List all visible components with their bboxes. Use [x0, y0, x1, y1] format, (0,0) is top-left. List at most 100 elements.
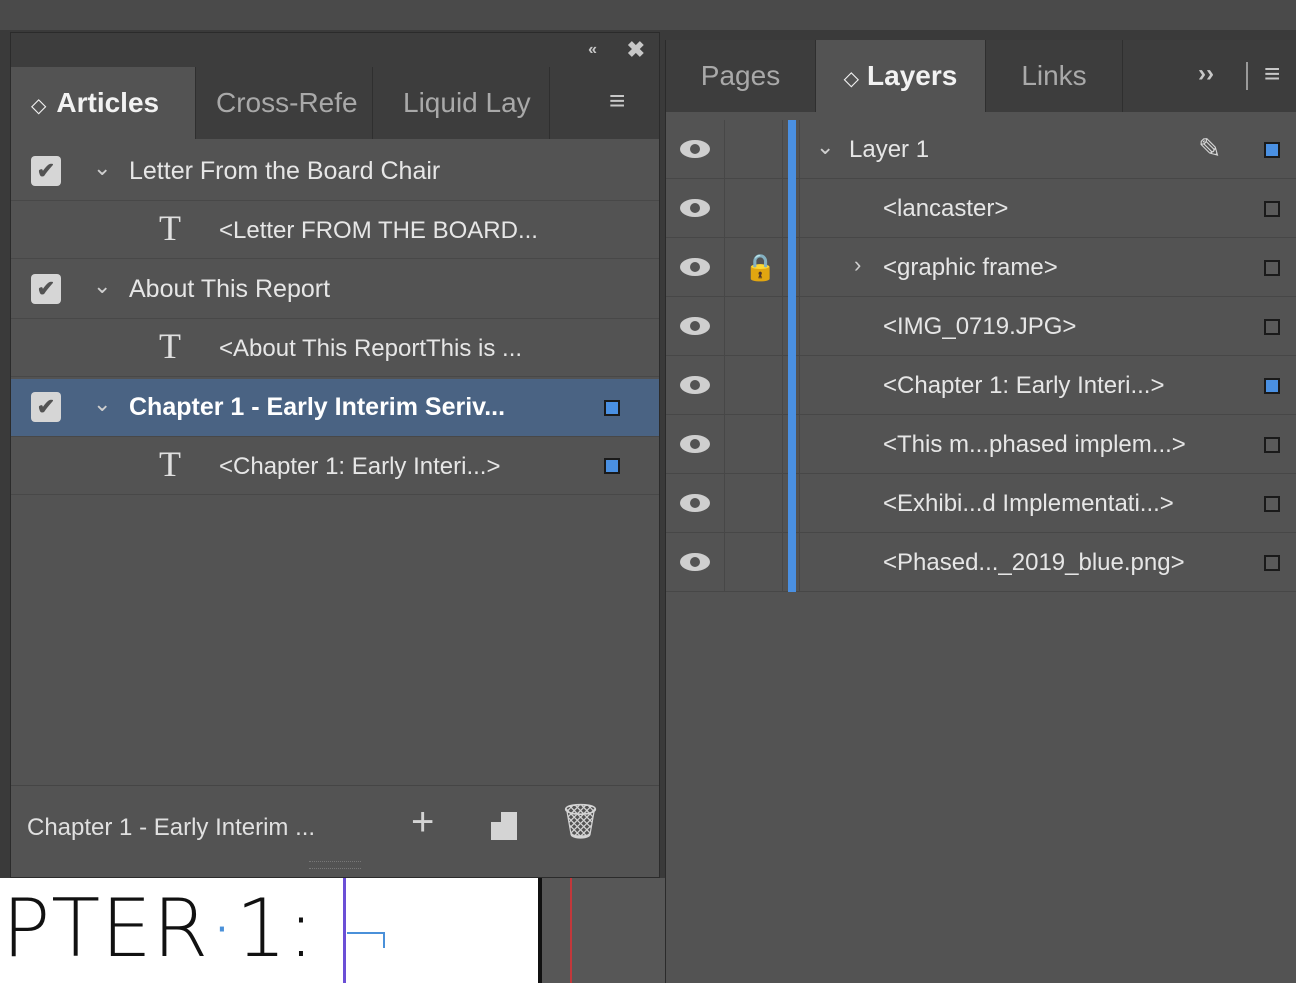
articles-panel: « ✖ ◇ Articles Cross-Refe Liquid Lay ≡ ✔ …	[10, 32, 660, 878]
include-checkbox[interactable]: ✔	[31, 392, 61, 422]
pasteboard	[540, 878, 665, 983]
tab-cross-references[interactable]: Cross-Refe	[196, 67, 373, 139]
document-canvas[interactable]: \PTER·1:	[0, 878, 665, 983]
tab-links[interactable]: Links	[986, 40, 1123, 112]
story-row[interactable]: T <Chapter 1: Early Interi...>	[11, 437, 659, 495]
column-divider	[724, 474, 725, 533]
text-frame-icon: T	[159, 444, 181, 484]
top-strip	[0, 0, 1296, 30]
column-divider	[724, 415, 725, 474]
page-edge	[538, 878, 542, 983]
column-divider	[782, 297, 783, 356]
column-divider	[724, 238, 725, 297]
eye-icon[interactable]	[680, 553, 710, 571]
article-row[interactable]: ✔ ⌄ Letter From the Board Chair	[11, 143, 659, 201]
layer-item-row[interactable]: 🔒 › <graphic frame>	[666, 238, 1296, 297]
column-divider	[799, 474, 800, 533]
new-article-icon[interactable]	[491, 812, 517, 840]
updown-icon: ◇	[31, 95, 47, 117]
layer-color-bar	[788, 533, 796, 592]
layer-item-row[interactable]: <Exhibi...d Implementati...>	[666, 474, 1296, 533]
trash-icon[interactable]: 🗑	[559, 802, 602, 842]
item-name: <lancaster>	[883, 195, 1009, 222]
include-checkbox[interactable]: ✔	[31, 156, 61, 186]
story-title: <Chapter 1: Early Interi...>	[219, 453, 501, 480]
panel-tabs: ◇ Articles Cross-Refe Liquid Lay ≡	[11, 67, 659, 139]
column-divider	[724, 356, 725, 415]
eye-icon[interactable]	[680, 494, 710, 512]
eye-icon[interactable]	[680, 258, 710, 276]
tab-pages[interactable]: Pages	[666, 40, 816, 112]
column-divider	[724, 297, 725, 356]
item-name: <graphic frame>	[883, 254, 1058, 281]
tab-articles[interactable]: ◇ Articles	[11, 67, 196, 139]
eye-icon[interactable]	[680, 199, 710, 217]
layer-color-bar	[788, 474, 796, 533]
chevron-right-icon[interactable]: ›	[854, 252, 861, 278]
layer-item-row[interactable]: <IMG_0719.JPG>	[666, 297, 1296, 356]
more-tabs-icon[interactable]: ››	[1198, 60, 1214, 88]
selection-square[interactable]	[1264, 437, 1280, 453]
selection-square[interactable]	[1264, 319, 1280, 335]
item-name: <Exhibi...d Implementati...>	[883, 490, 1174, 517]
panel-menu-icon[interactable]: ≡	[1264, 58, 1280, 90]
close-icon[interactable]: ✖	[627, 37, 645, 63]
chevron-down-icon[interactable]: ⌄	[93, 155, 111, 181]
item-name: <This m...phased implem...>	[883, 431, 1186, 458]
selection-square[interactable]	[1264, 260, 1280, 276]
selection-square[interactable]	[1264, 201, 1280, 217]
story-row[interactable]: T <About This ReportThis is ...	[11, 319, 659, 377]
column-divider	[724, 179, 725, 238]
story-title: <About This ReportThis is ...	[219, 335, 523, 362]
selection-square[interactable]	[1264, 496, 1280, 512]
layer-item-row[interactable]: <Chapter 1: Early Interi...>	[666, 356, 1296, 415]
chevron-down-icon[interactable]: ⌄	[93, 273, 111, 299]
eye-icon[interactable]	[680, 376, 710, 394]
frame-bracket	[347, 932, 385, 934]
panel-menu-icon[interactable]: ≡	[609, 85, 625, 117]
item-name: <Phased..._2019_blue.png>	[883, 549, 1185, 576]
layer-color-bar	[788, 179, 796, 238]
article-row[interactable]: ✔ ⌄ About This Report	[11, 261, 659, 319]
panel-tabs: Pages ◇ Layers Links ›› ≡	[666, 40, 1296, 112]
layer-item-row[interactable]: <Phased..._2019_blue.png>	[666, 533, 1296, 592]
column-divider	[782, 120, 783, 179]
article-title: About This Report	[129, 275, 331, 303]
column-divider	[782, 533, 783, 592]
include-checkbox[interactable]: ✔	[31, 274, 61, 304]
column-divider	[782, 474, 783, 533]
article-row-selected[interactable]: ✔ ⌄ Chapter 1 - Early Interim Seriv...	[11, 379, 659, 437]
item-name: <IMG_0719.JPG>	[883, 313, 1077, 340]
story-row[interactable]: T <Letter FROM THE BOARD...	[11, 201, 659, 259]
eye-icon[interactable]	[680, 435, 710, 453]
eye-icon[interactable]	[680, 317, 710, 335]
column-divider	[724, 533, 725, 592]
text-frame-edge	[343, 878, 346, 983]
selection-square[interactable]	[1264, 555, 1280, 571]
column-divider	[799, 120, 800, 179]
pen-icon: ✎	[1198, 133, 1222, 164]
column-divider	[799, 179, 800, 238]
text-frame-icon: T	[159, 208, 181, 248]
chevron-down-icon[interactable]: ⌄	[93, 391, 111, 417]
collapse-icon[interactable]: «	[588, 41, 597, 59]
resize-grip[interactable]	[309, 861, 361, 869]
selection-square[interactable]	[1264, 142, 1280, 158]
article-title: Letter From the Board Chair	[129, 157, 441, 185]
tab-liquid-layout[interactable]: Liquid Lay	[373, 67, 550, 139]
lock-icon[interactable]: 🔒	[744, 252, 776, 283]
selection-square[interactable]	[1264, 378, 1280, 394]
column-divider	[782, 179, 783, 238]
column-divider	[782, 415, 783, 474]
chevron-down-icon[interactable]: ⌄	[816, 134, 834, 160]
eye-icon[interactable]	[680, 140, 710, 158]
layer-item-row[interactable]: <lancaster>	[666, 179, 1296, 238]
article-title: Chapter 1 - Early Interim Seriv...	[129, 393, 506, 421]
panel-titlebar[interactable]: « ✖	[11, 33, 659, 67]
layer-row[interactable]: ⌄ Layer 1 ✎	[666, 120, 1296, 179]
tab-layers[interactable]: ◇ Layers	[816, 40, 986, 112]
add-content-icon[interactable]: +	[411, 800, 434, 845]
layer-item-row[interactable]: <This m...phased implem...>	[666, 415, 1296, 474]
column-divider	[799, 533, 800, 592]
layer-color-bar	[788, 120, 796, 179]
